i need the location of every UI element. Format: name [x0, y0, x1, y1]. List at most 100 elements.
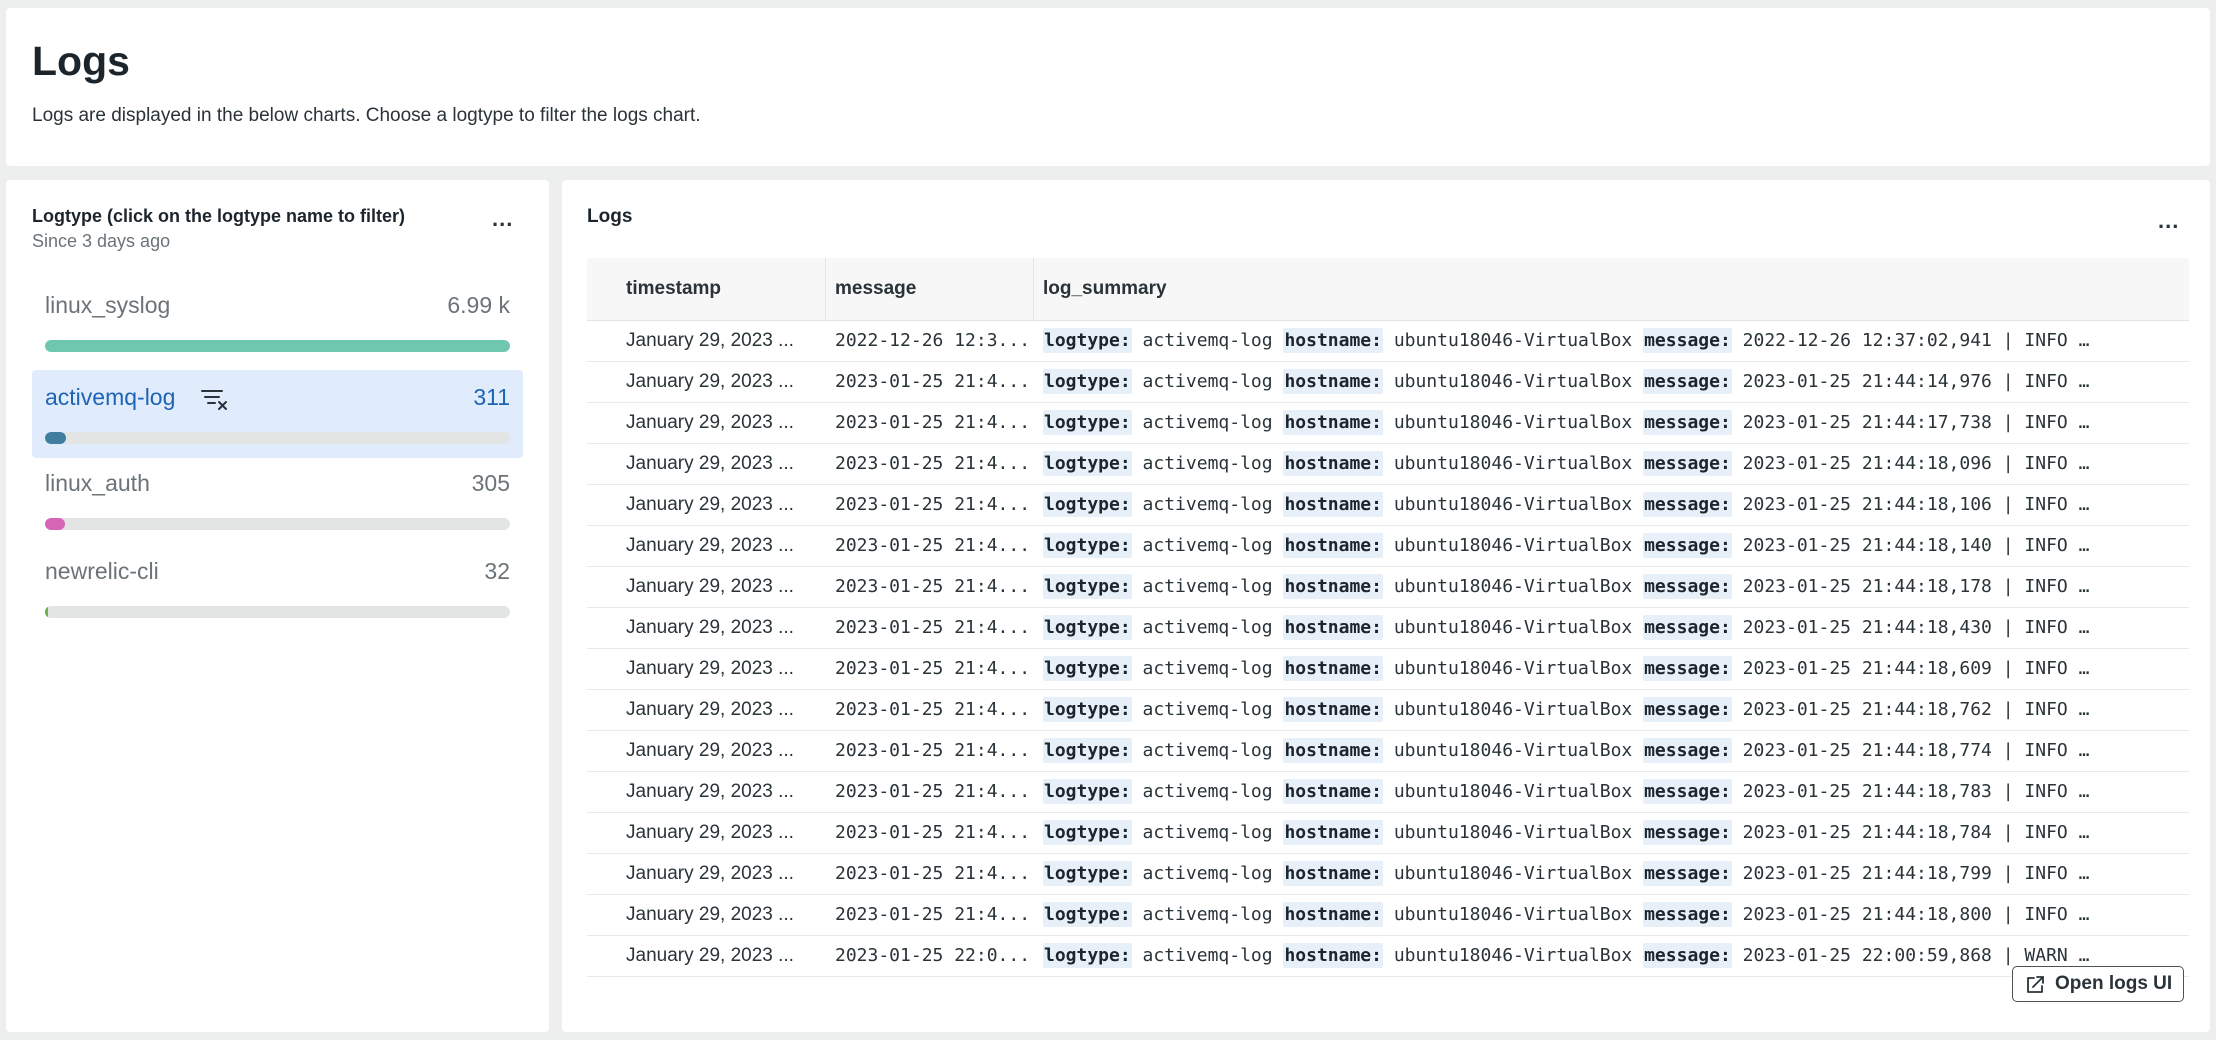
- logtype-name[interactable]: activemq-log: [45, 384, 175, 411]
- summary-key-logtype: logtype:: [1043, 328, 1132, 353]
- summary-message-value: 2023-01-25 21:44:18,784 | INFO …: [1742, 822, 2090, 843]
- logtype-name[interactable]: linux_syslog: [45, 292, 170, 319]
- more-options-icon[interactable]: ...: [2158, 210, 2179, 232]
- summary-logtype-value: activemq-log: [1142, 494, 1273, 515]
- cell-message: 2023-01-25 21:4...: [835, 412, 1027, 433]
- summary-key-logtype: logtype:: [1043, 943, 1132, 968]
- cell-message: 2023-01-25 21:4...: [835, 863, 1027, 884]
- logtype-bar: [45, 340, 510, 352]
- logtype-item-linux-auth[interactable]: linux_auth 305: [32, 456, 523, 544]
- logtype-name[interactable]: newrelic-cli: [45, 558, 159, 585]
- open-logs-ui-label: Open logs UI: [2055, 973, 2173, 994]
- column-header-message[interactable]: message: [826, 258, 1034, 320]
- table-row[interactable]: January 29, 2023 ... 2023-01-25 21:4... lo…: [587, 608, 2189, 649]
- cell-log-summary: logtype: activemq-log hostname: ubuntu18…: [1043, 690, 2178, 730]
- summary-hostname-value: ubuntu18046-VirtualBox: [1393, 617, 1633, 638]
- summary-key-hostname: hostname:: [1283, 369, 1383, 394]
- summary-message-value: 2023-01-25 21:44:18,774 | INFO …: [1742, 740, 2090, 761]
- cell-timestamp: January 29, 2023 ...: [626, 822, 794, 843]
- logtype-name[interactable]: linux_auth: [45, 470, 150, 497]
- page-header: Logs Logs are displayed in the below cha…: [6, 8, 2210, 166]
- summary-key-message: message:: [1643, 697, 1732, 722]
- summary-key-hostname: hostname:: [1283, 533, 1383, 558]
- cell-message: 2023-01-25 21:4...: [835, 535, 1027, 556]
- cell-message: 2023-01-25 21:4...: [835, 576, 1027, 597]
- summary-message-value: 2023-01-25 21:44:18,799 | INFO …: [1742, 863, 2090, 884]
- summary-logtype-value: activemq-log: [1142, 863, 1273, 884]
- cell-log-summary: logtype: activemq-log hostname: ubuntu18…: [1043, 403, 2178, 443]
- table-row[interactable]: January 29, 2023 ... 2023-01-25 21:4... lo…: [587, 813, 2189, 854]
- table-row[interactable]: January 29, 2023 ... 2023-01-25 21:4... lo…: [587, 772, 2189, 813]
- summary-logtype-value: activemq-log: [1142, 576, 1273, 597]
- summary-key-logtype: logtype:: [1043, 451, 1132, 476]
- cell-log-summary: logtype: activemq-log hostname: ubuntu18…: [1043, 444, 2178, 484]
- logtype-bar: [45, 606, 48, 618]
- more-options-icon[interactable]: ...: [492, 208, 513, 230]
- cell-log-summary: logtype: activemq-log hostname: ubuntu18…: [1043, 608, 2178, 648]
- summary-message-value: 2023-01-25 21:44:18,609 | INFO …: [1742, 658, 2090, 679]
- column-header-timestamp[interactable]: timestamp: [587, 258, 826, 320]
- logtype-bar: [45, 432, 66, 444]
- summary-key-hostname: hostname:: [1283, 697, 1383, 722]
- logtype-bar-track: [45, 606, 510, 618]
- table-row[interactable]: January 29, 2023 ... 2023-01-25 21:4... lo…: [587, 690, 2189, 731]
- summary-key-hostname: hostname:: [1283, 820, 1383, 845]
- summary-key-logtype: logtype:: [1043, 861, 1132, 886]
- cell-message: 2023-01-25 21:4...: [835, 699, 1027, 720]
- table-row[interactable]: January 29, 2023 ... 2023-01-25 22:0... lo…: [587, 936, 2189, 977]
- cell-message: 2023-01-25 22:0...: [835, 945, 1027, 966]
- summary-key-hostname: hostname:: [1283, 328, 1383, 353]
- cell-timestamp: January 29, 2023 ...: [626, 904, 794, 925]
- cell-message: 2023-01-25 21:4...: [835, 494, 1027, 515]
- summary-hostname-value: ubuntu18046-VirtualBox: [1393, 945, 1633, 966]
- summary-message-value: 2023-01-25 21:44:18,783 | INFO …: [1742, 781, 2090, 802]
- summary-logtype-value: activemq-log: [1142, 699, 1273, 720]
- logtype-item-activemq-log[interactable]: activemq-log 311: [32, 370, 523, 458]
- cell-log-summary: logtype: activemq-log hostname: ubuntu18…: [1043, 362, 2178, 402]
- summary-message-value: 2023-01-25 21:44:18,178 | INFO …: [1742, 576, 2090, 597]
- table-row[interactable]: January 29, 2023 ... 2023-01-25 21:4... lo…: [587, 854, 2189, 895]
- table-row[interactable]: January 29, 2023 ... 2022-12-26 12:3... lo…: [587, 321, 2189, 362]
- logtype-panel-title: Logtype (click on the logtype name to fi…: [32, 206, 406, 226]
- cell-message: 2023-01-25 21:4...: [835, 658, 1027, 679]
- summary-key-message: message:: [1643, 451, 1732, 476]
- table-row[interactable]: January 29, 2023 ... 2023-01-25 21:4... lo…: [587, 403, 2189, 444]
- table-row[interactable]: January 29, 2023 ... 2023-01-25 21:4... lo…: [587, 444, 2189, 485]
- summary-key-message: message:: [1643, 615, 1732, 640]
- column-header-log-summary[interactable]: log_summary: [1034, 258, 2189, 320]
- summary-key-logtype: logtype:: [1043, 369, 1132, 394]
- cell-message: 2023-01-25 21:4...: [835, 781, 1027, 802]
- table-row[interactable]: January 29, 2023 ... 2023-01-25 21:4... lo…: [587, 485, 2189, 526]
- table-row[interactable]: January 29, 2023 ... 2023-01-25 21:4... lo…: [587, 567, 2189, 608]
- table-row[interactable]: January 29, 2023 ... 2023-01-25 21:4... lo…: [587, 526, 2189, 567]
- summary-key-logtype: logtype:: [1043, 492, 1132, 517]
- summary-key-logtype: logtype:: [1043, 820, 1132, 845]
- logtype-item-newrelic-cli[interactable]: newrelic-cli 32: [32, 544, 523, 632]
- logtype-count: 311: [473, 384, 510, 410]
- summary-key-logtype: logtype:: [1043, 533, 1132, 558]
- summary-logtype-value: activemq-log: [1142, 904, 1273, 925]
- summary-key-logtype: logtype:: [1043, 779, 1132, 804]
- summary-key-message: message:: [1643, 943, 1732, 968]
- summary-key-logtype: logtype:: [1043, 697, 1132, 722]
- summary-key-logtype: logtype:: [1043, 902, 1132, 927]
- open-logs-ui-button[interactable]: Open logs UI: [2012, 966, 2184, 1002]
- summary-logtype-value: activemq-log: [1142, 945, 1273, 966]
- logtype-bar-track: [45, 340, 510, 352]
- cell-log-summary: logtype: activemq-log hostname: ubuntu18…: [1043, 731, 2178, 771]
- cell-log-summary: logtype: activemq-log hostname: ubuntu18…: [1043, 526, 2178, 566]
- filter-clear-icon[interactable]: [200, 386, 230, 412]
- table-row[interactable]: January 29, 2023 ... 2023-01-25 21:4... lo…: [587, 649, 2189, 690]
- cell-log-summary: logtype: activemq-log hostname: ubuntu18…: [1043, 649, 2178, 689]
- cell-log-summary: logtype: activemq-log hostname: ubuntu18…: [1043, 895, 2178, 935]
- table-header: timestamp message log_summary: [587, 258, 2189, 321]
- cell-message: 2023-01-25 21:4...: [835, 904, 1027, 925]
- cell-message: 2023-01-25 21:4...: [835, 617, 1027, 638]
- table-row[interactable]: January 29, 2023 ... 2023-01-25 21:4... lo…: [587, 362, 2189, 403]
- summary-key-message: message:: [1643, 820, 1732, 845]
- summary-hostname-value: ubuntu18046-VirtualBox: [1393, 494, 1633, 515]
- summary-logtype-value: activemq-log: [1142, 740, 1273, 761]
- table-row[interactable]: January 29, 2023 ... 2023-01-25 21:4... lo…: [587, 895, 2189, 936]
- logtype-item-linux-syslog[interactable]: linux_syslog 6.99 k: [32, 278, 523, 366]
- table-row[interactable]: January 29, 2023 ... 2023-01-25 21:4... lo…: [587, 731, 2189, 772]
